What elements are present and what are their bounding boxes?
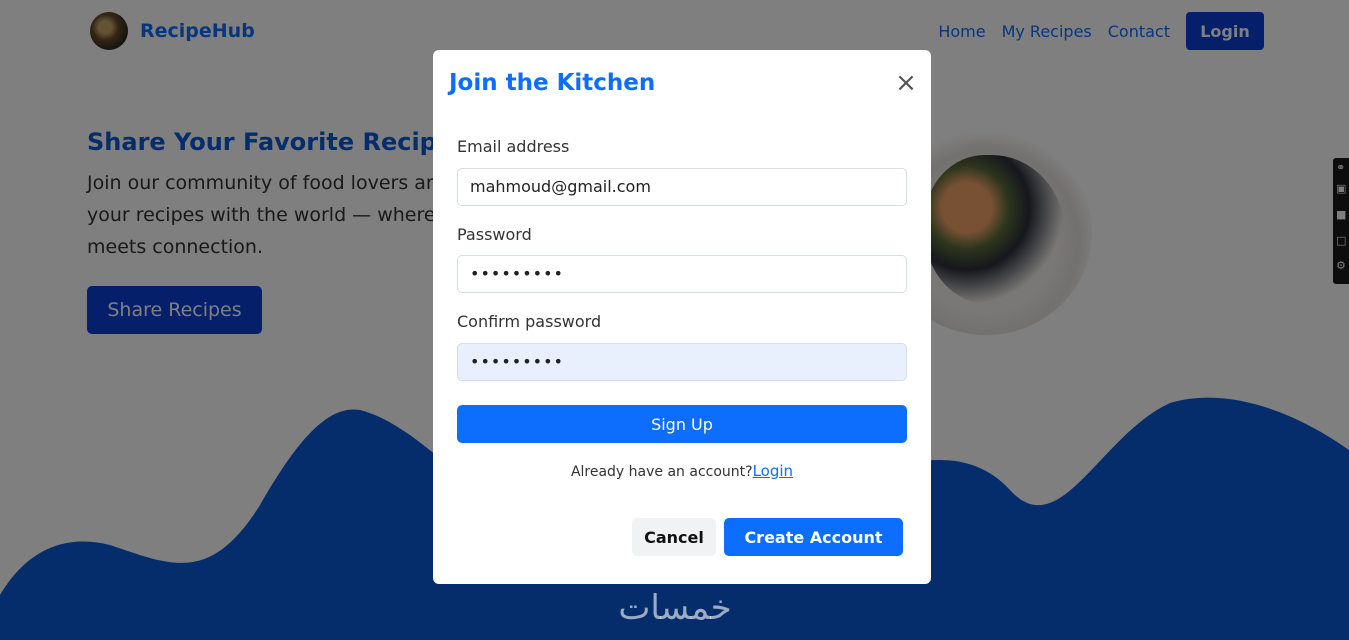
modal-title: Join the Kitchen <box>449 70 656 96</box>
close-icon[interactable]: × <box>894 70 918 96</box>
account-prompt-line: Already have an account?Login <box>433 462 931 480</box>
email-label: Email address <box>457 137 570 156</box>
watermark: خمسات <box>618 588 732 628</box>
login-link[interactable]: Login <box>753 462 793 480</box>
email-field[interactable]: mahmoud@gmail.com <box>457 168 907 206</box>
password-label: Password <box>457 225 532 244</box>
password-field[interactable]: ••••••••• <box>457 255 907 293</box>
cancel-button[interactable]: Cancel <box>632 518 716 556</box>
sign-up-button[interactable]: Sign Up <box>457 405 907 443</box>
confirm-password-field[interactable]: ••••••••• <box>457 343 907 381</box>
account-prompt: Already have an account? <box>570 464 753 480</box>
confirm-password-label: Confirm password <box>457 312 602 331</box>
signup-modal: Join the Kitchen × Email address mahmoud… <box>433 50 931 584</box>
create-account-button[interactable]: Create Account <box>724 518 903 556</box>
